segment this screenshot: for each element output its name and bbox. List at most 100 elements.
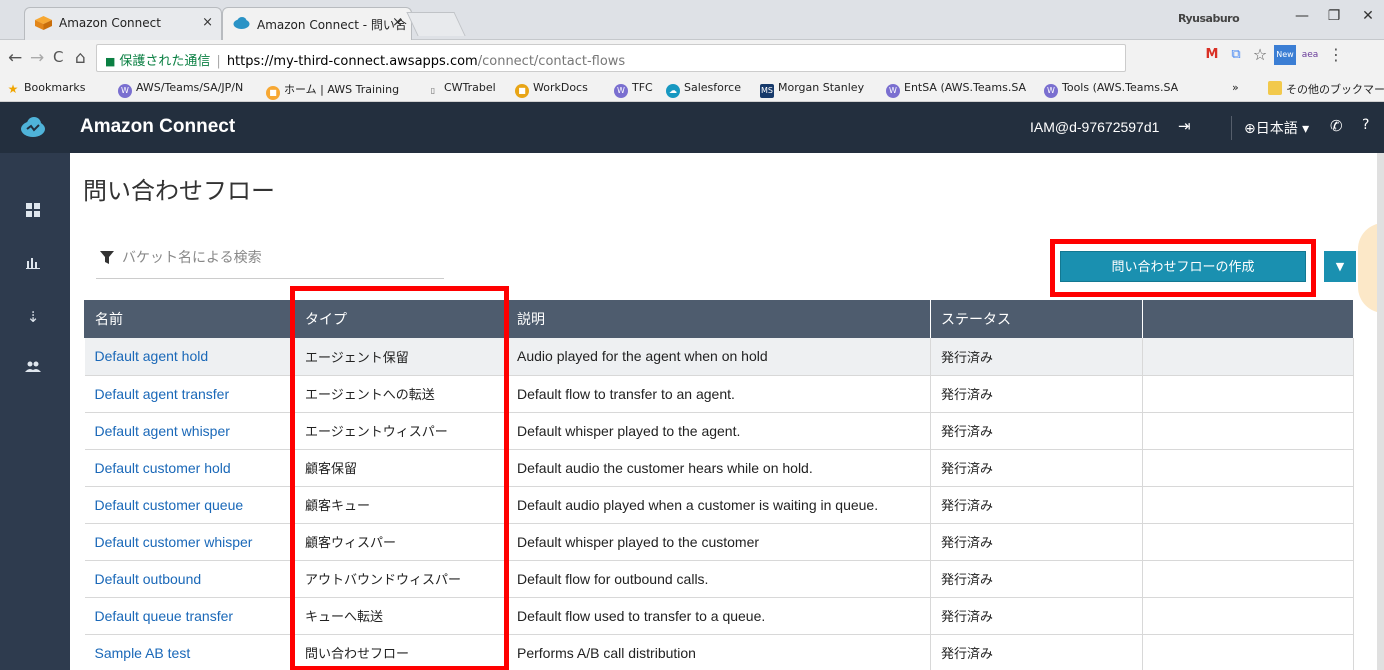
bookmark-label: Tools (AWS.Teams.SA [1062,81,1179,94]
table-row[interactable]: Default queue transfer キューへ転送 Default fl… [84,597,1354,635]
metrics-icon[interactable] [22,253,44,275]
flow-name-link[interactable]: Default outbound [95,571,202,587]
table-row[interactable]: Default agent transfer エージェントへの転送 Defaul… [84,375,1354,413]
flow-name-link[interactable]: Default customer whisper [95,534,253,550]
column-header-name[interactable]: 名前 [84,300,295,338]
table-row[interactable]: Default customer whisper 顧客ウィスパー Default… [84,523,1354,561]
minimize-icon[interactable]: — [1290,8,1314,24]
close-window-icon[interactable]: ✕ [1356,8,1380,24]
flow-status: 発行済み [930,634,1143,670]
flow-extra [1142,338,1354,376]
bookmarks-overflow[interactable]: » [1232,81,1239,94]
browser-toolbar: ← → C ⌂ ■ 保護された通信 | https://my-third-connec… [0,40,1384,76]
bookmark-tools[interactable]: W Tools (AWS.Teams.SA [1044,81,1178,98]
flow-name-link[interactable]: Default customer queue [95,497,244,513]
aea-extension-icon[interactable]: aea [1300,45,1320,65]
sidebar-nav: ⇣ [0,153,70,670]
bookmark-label: TFC [632,81,653,94]
bookmark-salesforce[interactable]: ☁ Salesforce [666,81,741,98]
new-extension-icon[interactable]: New [1274,45,1296,65]
table-row[interactable]: Default customer queue 顧客キュー Default aud… [84,486,1354,524]
restore-icon[interactable]: ❐ [1322,8,1346,24]
browser-menu-icon[interactable]: ⋮ [1326,45,1346,65]
back-icon[interactable]: ← [8,48,22,68]
forward-icon[interactable]: → [30,48,44,68]
flow-extra [1142,597,1354,635]
bookmark-morgan-stanley[interactable]: MS Morgan Stanley [760,81,864,98]
bookmark-tfc[interactable]: W TFC [614,81,653,98]
flow-status: 発行済み [930,523,1143,561]
tab-1-close-icon[interactable]: × [202,15,213,30]
flow-name-link[interactable]: Default agent transfer [95,386,230,402]
bookmark-aws-training[interactable]: ■ ホーム | AWS Training [266,81,399,100]
browser-tab-1[interactable]: Amazon Connect × [24,7,222,40]
column-header-empty [1142,300,1354,338]
flow-description: Default flow for outbound calls. [506,560,931,598]
page-icon: ▯ [430,86,436,95]
amazon-connect-cube-icon [35,16,52,30]
gmail-icon[interactable]: M [1202,45,1222,65]
w-icon: W [614,84,628,98]
bookmark-workdocs[interactable]: ■ WorkDocs [515,81,588,98]
logout-icon[interactable]: ⇥ [1178,117,1191,135]
reload-icon[interactable]: C [53,48,63,66]
flow-name-link[interactable]: Default agent hold [95,348,209,364]
bookmark-label: ホーム | AWS Training [284,83,400,96]
app-header: Amazon Connect IAM@d-97672597d1 ⇥ ⊕日本語 ▾… [0,102,1384,153]
table-row[interactable]: Default agent hold エージェント保留 Audio played… [84,338,1354,376]
search-input[interactable] [122,246,422,270]
bookmarks-bar: ★ Bookmarks W AWS/Teams/SA/JP/N ■ ホーム | AWS… [0,76,1384,102]
home-icon[interactable]: ⌂ [75,48,86,68]
bookmark-other[interactable]: その他のブックマーク [1268,81,1384,97]
flow-description: Default flow used to transfer to a queue… [506,597,931,635]
url-host: https://my-third-connect.awsapps.com [226,54,478,69]
column-header-status[interactable]: ステータス [930,300,1143,338]
table-row[interactable]: Sample AB test 問い合わせフロー Performs A/B cal… [84,634,1354,670]
language-selector[interactable]: ⊕日本語 ▾ [1244,118,1309,138]
dashboard-icon[interactable] [22,201,44,223]
flow-name-link[interactable]: Default customer hold [95,460,231,476]
bookmark-label: Bookmarks [24,81,86,94]
bookmark-label: Morgan Stanley [778,81,865,94]
address-bar[interactable]: ■ 保護された通信 | https://my-third-connect.awsapp… [96,44,1126,72]
translate-icon[interactable]: ⧉ [1226,45,1246,65]
flow-extra [1142,375,1354,413]
create-dropdown-toggle[interactable]: ▼ [1324,251,1356,282]
star-icon: ★ [7,82,19,96]
phone-icon[interactable]: ✆ [1330,117,1343,135]
flow-status: 発行済み [930,560,1143,598]
page-title: 問い合わせフロー [83,177,275,205]
bookmark-label: CWTrabel [444,81,496,94]
flow-description: Default whisper played to the agent. [506,412,931,450]
bookmark-aws-teams[interactable]: W AWS/Teams/SA/JP/N [118,81,243,98]
flow-name-link[interactable]: Default queue transfer [95,608,234,624]
table-row[interactable]: Default outbound アウトバウンドウィスパー Default fl… [84,560,1354,598]
table-row[interactable]: Default customer hold 顧客保留 Default audio… [84,449,1354,487]
bookmark-entsa[interactable]: W EntSA (AWS.Teams.SA [886,81,1026,98]
flow-status: 発行済み [930,449,1143,487]
bookmark-bookmarks[interactable]: ★ Bookmarks [6,81,86,96]
flow-name-link[interactable]: Default agent whisper [95,423,230,439]
column-header-description[interactable]: 説明 [506,300,931,338]
main-content: 問い合わせフロー 問い合わせフローの作成 ▼ 名前 タイプ 説明 ステータス D… [70,153,1384,670]
tab-1-title: Amazon Connect [59,16,161,30]
new-tab-button[interactable] [406,12,466,36]
browser-profile-name[interactable]: Ryusaburo [1178,12,1240,25]
secure-label: 保護された通信 [119,54,211,69]
flow-extra [1142,449,1354,487]
bookmark-cwtrabel[interactable]: ▯ CWTrabel [426,81,496,98]
table-row[interactable]: Default agent whisper エージェントウィスパー Defaul… [84,412,1354,450]
page-scrollbar[interactable] [1377,153,1384,670]
tab-2-close-icon[interactable]: × [392,15,403,30]
bookmark-label: EntSA (AWS.Teams.SA [904,81,1027,94]
routing-icon[interactable]: ⇣ [22,306,44,328]
flow-description: Default whisper played to the customer [506,523,931,561]
help-icon[interactable]: ? [1362,117,1369,133]
w-icon: W [1044,84,1058,98]
flow-name-link[interactable]: Sample AB test [95,645,191,661]
users-icon[interactable] [22,357,44,379]
bookmark-star-icon[interactable]: ☆ [1250,45,1270,65]
table-header-row: 名前 タイプ 説明 ステータス [84,300,1354,338]
browser-tab-2[interactable]: Amazon Connect - 問い合 × [222,7,412,40]
filter-icon [100,251,114,264]
